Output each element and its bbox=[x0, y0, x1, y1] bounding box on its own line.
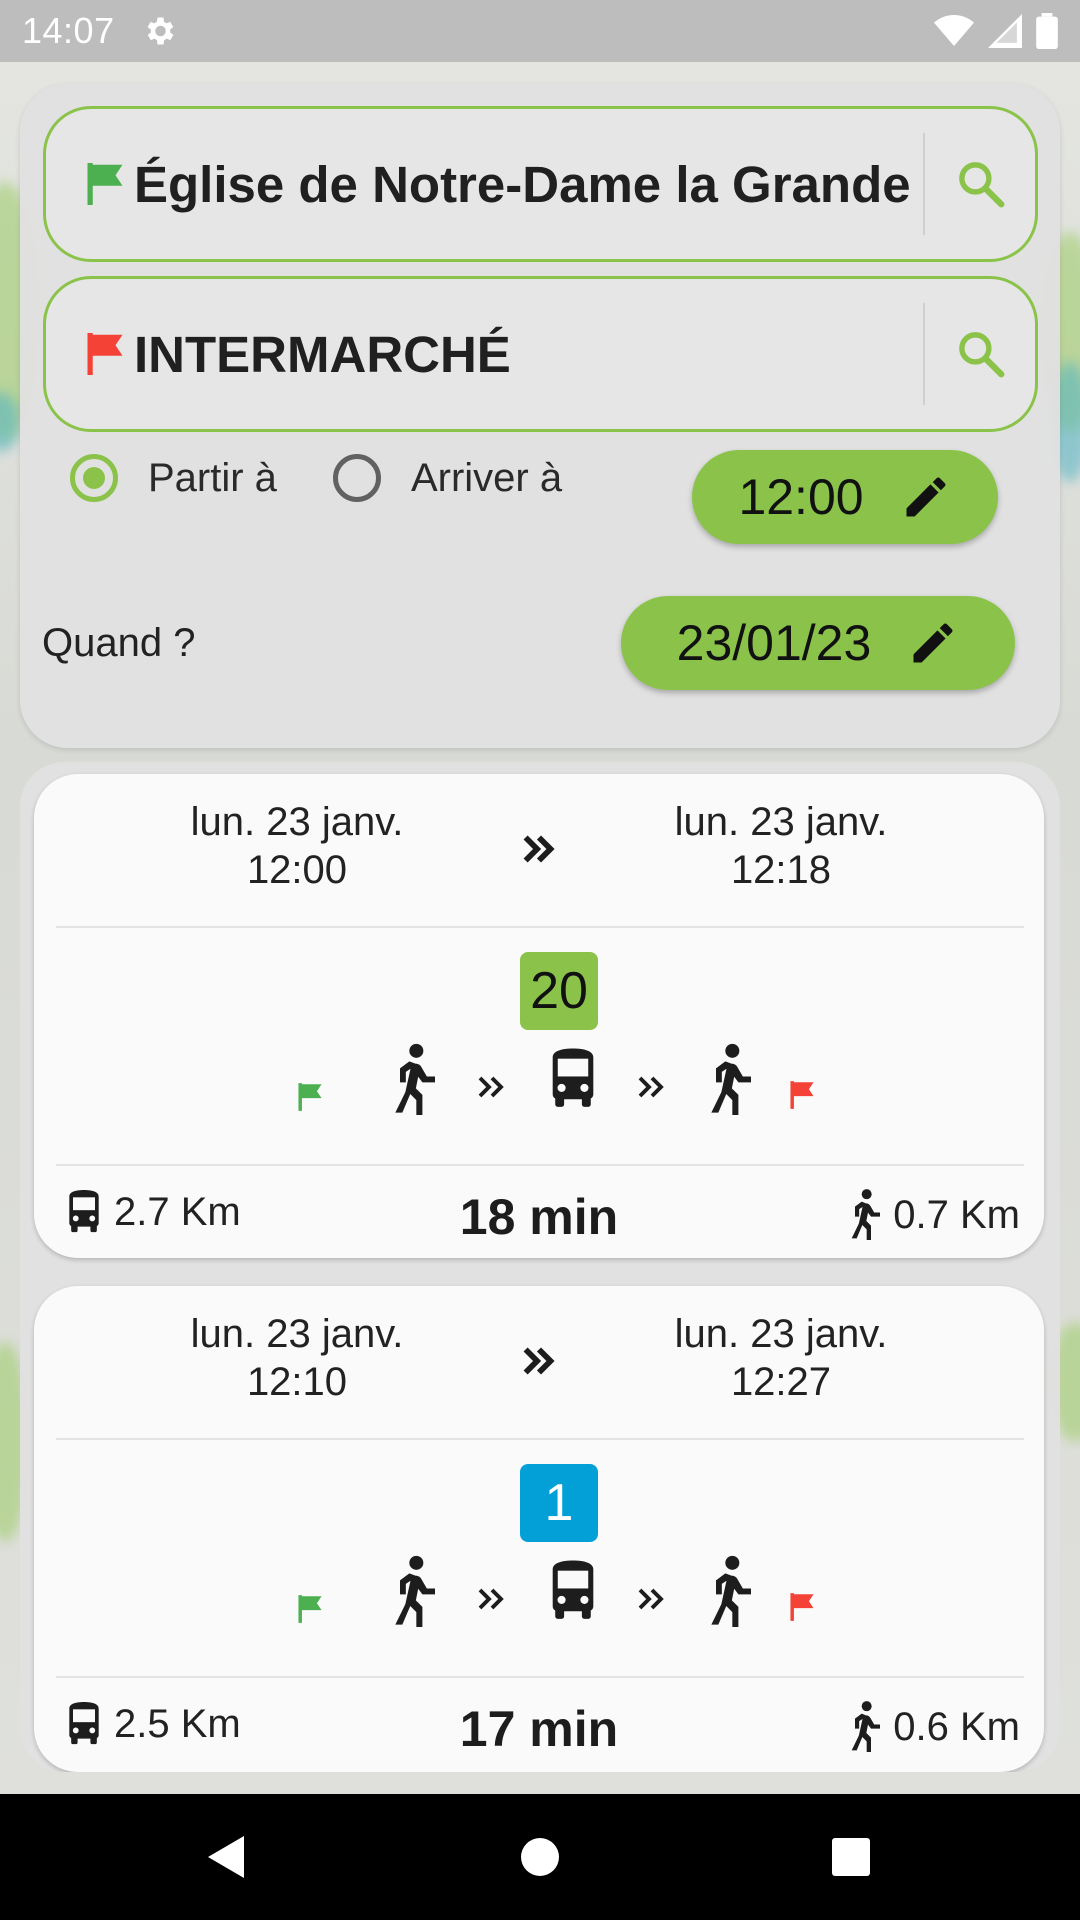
time-mode-radio-group: Partir à Arriver à bbox=[70, 454, 562, 502]
destination-field[interactable]: INTERMARCHÉ bbox=[43, 276, 1038, 432]
bus-icon bbox=[552, 1560, 594, 1619]
green-flag-icon bbox=[298, 1083, 322, 1111]
gear-icon bbox=[147, 17, 173, 45]
date-picker-button[interactable]: 23/01/23 bbox=[621, 596, 1015, 690]
departure-time: 12:10 bbox=[246, 1360, 348, 1404]
red-flag-icon bbox=[87, 333, 123, 375]
search-icon bbox=[959, 162, 1005, 208]
status-bar: 14:07 bbox=[0, 0, 1080, 62]
green-flag-icon bbox=[298, 1595, 322, 1623]
results-list[interactable]: lun. 23 janv. 12:00 lun. 23 janv. 12:18 … bbox=[20, 762, 1060, 1772]
arrival-date: lun. 23 janv. bbox=[674, 800, 888, 844]
divider bbox=[56, 1438, 1024, 1440]
walk-icon bbox=[711, 1555, 751, 1627]
edit-pencil-icon bbox=[913, 623, 953, 663]
walk-icon bbox=[395, 1043, 435, 1115]
depart-radio-label[interactable]: Partir à bbox=[148, 456, 277, 501]
trip-times: lun. 23 janv. 12:10 lun. 23 janv. 12:27 bbox=[34, 1310, 1044, 1420]
double-chevron-right-icon bbox=[478, 1588, 504, 1610]
time-value: 12:00 bbox=[738, 469, 864, 525]
divider bbox=[56, 926, 1024, 928]
destination-value[interactable]: INTERMARCHÉ bbox=[134, 325, 511, 384]
red-flag-icon bbox=[790, 1081, 814, 1109]
signal-icon bbox=[988, 14, 1022, 48]
double-chevron-right-icon bbox=[523, 835, 555, 863]
walk-distance-value: 0.6 Km bbox=[893, 1704, 1020, 1749]
walk-distance-value: 0.7 Km bbox=[893, 1192, 1020, 1237]
walk-icon bbox=[851, 1189, 881, 1240]
date-value: 23/01/23 bbox=[676, 615, 872, 671]
double-chevron-right-icon bbox=[478, 1076, 504, 1098]
walk-distance: 0.6 Km bbox=[845, 1698, 1020, 1756]
edit-pencil-icon bbox=[906, 477, 946, 517]
arrival-date: lun. 23 janv. bbox=[674, 1312, 888, 1356]
origin-search-button[interactable] bbox=[953, 156, 1009, 212]
search-panel: Église de Notre-Dame la Grande INTERMARC… bbox=[20, 84, 1060, 748]
origin-value[interactable]: Église de Notre-Dame la Grande bbox=[134, 155, 911, 214]
walk-icon bbox=[851, 1701, 881, 1752]
depart-radio[interactable] bbox=[70, 454, 118, 502]
when-label: Quand ? bbox=[42, 621, 196, 665]
departure-date: lun. 23 janv. bbox=[190, 800, 404, 844]
green-flag-icon bbox=[87, 163, 123, 205]
departure-date: lun. 23 janv. bbox=[190, 1312, 404, 1356]
field-divider bbox=[923, 133, 925, 235]
status-time: 14:07 bbox=[22, 10, 115, 51]
arrive-radio[interactable] bbox=[332, 454, 381, 502]
arrival: lun. 23 janv. 12:27 bbox=[631, 1310, 931, 1406]
walk-icon bbox=[711, 1043, 751, 1115]
arrival: lun. 23 janv. 12:18 bbox=[631, 798, 931, 894]
double-chevron-right-icon bbox=[638, 1076, 664, 1098]
walk-distance: 0.7 Km bbox=[845, 1186, 1020, 1244]
journey-steps bbox=[34, 1042, 1044, 1132]
home-icon[interactable] bbox=[520, 1837, 560, 1877]
arrival-time: 12:18 bbox=[730, 848, 832, 892]
navigation-bar bbox=[0, 1794, 1080, 1920]
double-chevron-right-icon bbox=[638, 1588, 664, 1610]
bus-line-badge: 1 bbox=[520, 1464, 598, 1542]
arrive-radio-label[interactable]: Arriver à bbox=[411, 456, 562, 501]
departure: lun. 23 janv. 12:00 bbox=[147, 798, 447, 894]
origin-field[interactable]: Église de Notre-Dame la Grande bbox=[43, 106, 1038, 262]
battery-icon bbox=[1036, 13, 1058, 49]
departure-time: 12:00 bbox=[246, 848, 348, 892]
arrival-time: 12:27 bbox=[730, 1360, 832, 1404]
red-flag-icon bbox=[790, 1593, 814, 1621]
double-chevron-right-icon bbox=[523, 1347, 555, 1375]
trip-stats: 2.7 Km 18 min 0.7 Km bbox=[34, 1164, 1044, 1258]
field-divider bbox=[923, 303, 925, 405]
recents-icon[interactable] bbox=[831, 1837, 871, 1877]
trip-stats: 2.5 Km 17 min 0.6 Km bbox=[34, 1676, 1044, 1770]
trip-card[interactable]: lun. 23 janv. 12:10 lun. 23 janv. 12:27 … bbox=[34, 1286, 1044, 1772]
wifi-icon bbox=[934, 15, 974, 46]
walk-icon bbox=[395, 1555, 435, 1627]
trip-times: lun. 23 janv. 12:00 lun. 23 janv. 12:18 bbox=[34, 798, 1044, 908]
departure: lun. 23 janv. 12:10 bbox=[147, 1310, 447, 1406]
trip-card[interactable]: lun. 23 janv. 12:00 lun. 23 janv. 12:18 … bbox=[34, 774, 1044, 1258]
destination-search-button[interactable] bbox=[953, 326, 1009, 382]
bus-line-badge: 20 bbox=[520, 952, 598, 1030]
time-picker-button[interactable]: 12:00 bbox=[692, 450, 998, 544]
journey-steps bbox=[34, 1554, 1044, 1644]
search-icon bbox=[959, 332, 1005, 378]
back-icon[interactable] bbox=[206, 1834, 246, 1880]
bus-icon bbox=[552, 1048, 594, 1107]
